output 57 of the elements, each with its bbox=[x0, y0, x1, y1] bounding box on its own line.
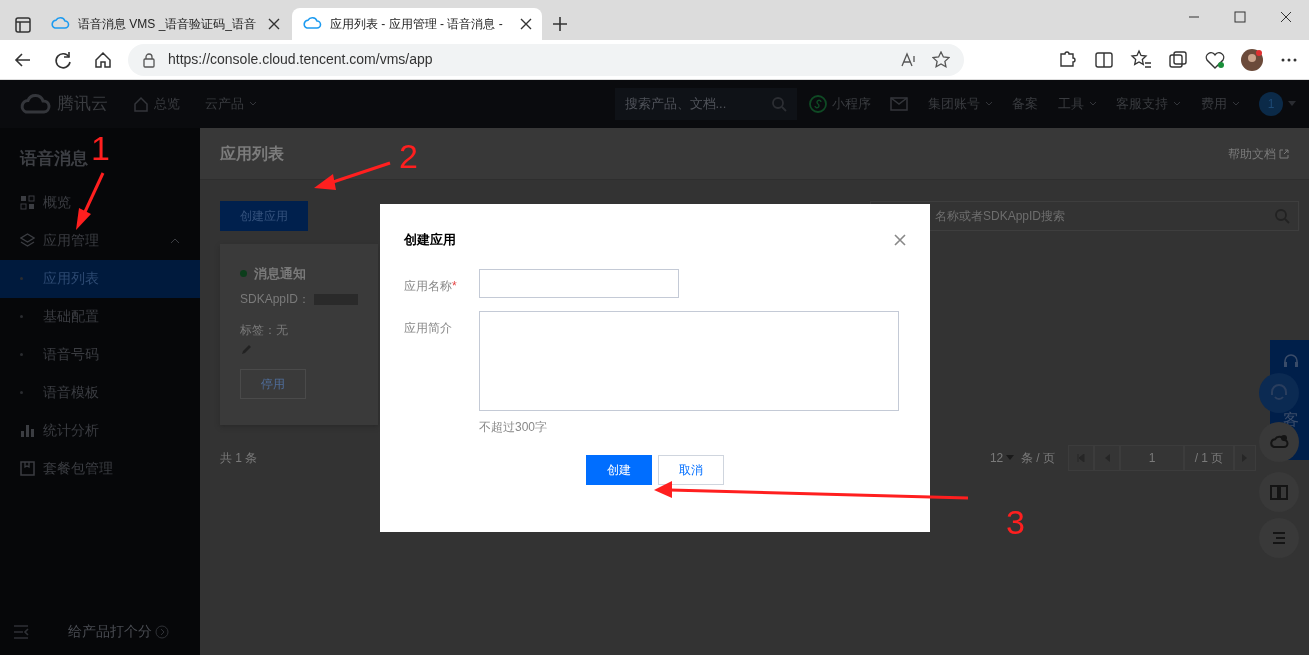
bar-chart-icon bbox=[20, 423, 35, 438]
caret-icon bbox=[1006, 454, 1015, 461]
address-bar[interactable]: https://console.cloud.tencent.com/vms/app bbox=[128, 43, 964, 76]
annotation-number: 1 bbox=[91, 131, 110, 165]
grid-icon bbox=[20, 195, 35, 210]
page-input[interactable]: 1 bbox=[1120, 444, 1184, 471]
create-button[interactable]: 创建 bbox=[585, 455, 652, 485]
cancel-button[interactable]: 取消 bbox=[658, 455, 725, 485]
chevron-icon bbox=[170, 237, 180, 244]
caret-icon bbox=[1231, 101, 1240, 107]
caret-icon bbox=[249, 101, 257, 107]
collapse-menu-icon[interactable] bbox=[13, 624, 29, 639]
home-icon bbox=[133, 96, 149, 112]
rate-product-link[interactable]: 给产品打个分 bbox=[68, 621, 152, 642]
page-size-select[interactable]: 12 bbox=[989, 448, 1004, 467]
caret-icon bbox=[1173, 101, 1181, 107]
headset-icon bbox=[1282, 352, 1300, 370]
app-name: 消息通知 bbox=[253, 265, 306, 283]
chevron-circle-icon bbox=[155, 624, 170, 639]
close-icon[interactable] bbox=[268, 18, 280, 30]
url-text: https://console.cloud.tencent.com/vms/app bbox=[168, 50, 434, 69]
page-count: / 1 页 bbox=[1184, 444, 1234, 471]
field-label: 应用简介 bbox=[404, 320, 453, 337]
favorite-icon[interactable] bbox=[932, 50, 950, 69]
layers-icon bbox=[20, 233, 35, 248]
mail-icon[interactable] bbox=[890, 97, 908, 111]
name-field[interactable] bbox=[479, 269, 679, 298]
caret-icon bbox=[1088, 101, 1097, 107]
field-label: 应用名称* bbox=[404, 278, 458, 295]
annotation-number: 3 bbox=[1006, 505, 1025, 539]
sdkappid-label: SDKAppID： bbox=[240, 291, 311, 308]
close-icon[interactable] bbox=[520, 18, 532, 30]
search-icon bbox=[770, 96, 787, 112]
package-icon bbox=[20, 461, 35, 476]
profile-avatar[interactable] bbox=[1240, 47, 1264, 72]
disable-button[interactable]: 停用 bbox=[240, 369, 306, 400]
annotation-number: 2 bbox=[399, 139, 418, 173]
mini-program-icon[interactable] bbox=[808, 95, 827, 113]
sidebar-title: 语音消息 bbox=[20, 149, 88, 168]
total-count: 共 1 条 bbox=[220, 449, 258, 467]
dialog-title: 创建应用 bbox=[404, 231, 456, 249]
browser-tab[interactable]: 应用列表 - 应用管理 - 语音消息 - bbox=[292, 8, 542, 40]
caret-icon bbox=[1288, 101, 1296, 107]
app-tags: 标签：无 bbox=[240, 321, 358, 339]
caret-icon bbox=[984, 101, 993, 107]
page-title: 应用列表 bbox=[220, 143, 284, 164]
pencil-icon[interactable] bbox=[240, 342, 254, 357]
external-link-icon bbox=[1279, 148, 1289, 159]
annotation-arrow bbox=[76, 172, 105, 230]
help-docs-link[interactable]: 帮助文档 bbox=[1227, 144, 1276, 163]
description-field[interactable] bbox=[479, 311, 899, 411]
lock-icon bbox=[142, 51, 156, 68]
browser-tab[interactable]: 语音消息 VMS _语音验证码_语音 bbox=[40, 8, 290, 40]
per-page-label: 条 / 页 bbox=[1021, 449, 1055, 467]
cloud-logo-icon bbox=[18, 92, 52, 116]
search-field[interactable]: 搜索产品、文档... bbox=[614, 88, 797, 120]
field-hint: 不超过300字 bbox=[479, 418, 549, 436]
